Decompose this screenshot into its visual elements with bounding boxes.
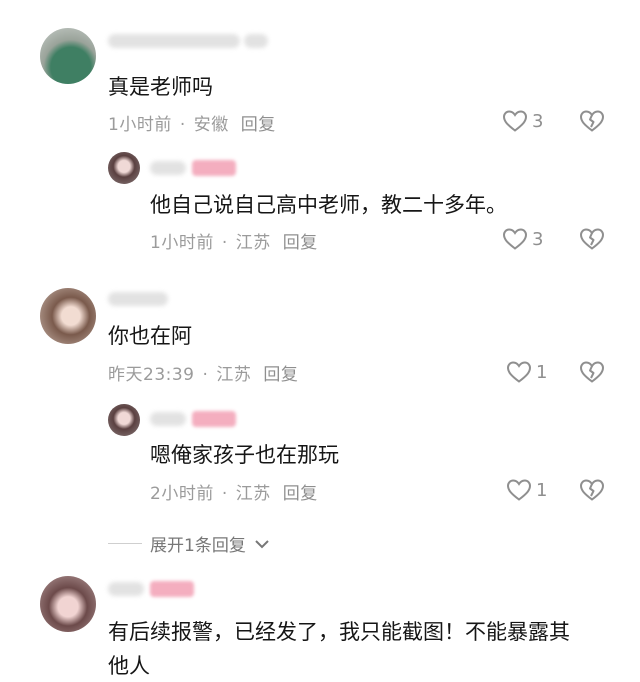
separator-dot: · — [202, 365, 209, 385]
reply-meta: 1小时前 · 江苏 回复 — [150, 228, 318, 253]
comment-time: 1小时前 — [108, 115, 172, 135]
username[interactable] — [150, 412, 186, 426]
comment-text: 真是老师吗 — [108, 75, 213, 99]
heart-outline-icon — [502, 227, 528, 251]
author-tag — [192, 160, 236, 176]
username-suffix — [244, 34, 268, 48]
reply-location: 江苏 — [235, 484, 271, 504]
reply-button[interactable]: 回复 — [283, 233, 318, 253]
comment-text: 有后续报警，已经发了，我只能截图！不能暴露其 — [108, 620, 570, 644]
broken-heart-icon[interactable] — [579, 360, 605, 384]
separator-dot: · — [179, 115, 186, 135]
author-tag — [150, 581, 194, 597]
expand-replies-button[interactable]: 展开1条回复 — [108, 531, 270, 556]
broken-heart-icon[interactable] — [579, 478, 605, 502]
username[interactable] — [108, 582, 144, 596]
avatar[interactable] — [108, 404, 140, 436]
comment-meta: 昨天23:39 · 江苏 回复 — [108, 360, 298, 385]
comment-location: 安徽 — [193, 115, 229, 135]
comment-text-continued: 他人 — [108, 654, 150, 678]
reply-button[interactable]: 回复 — [241, 115, 276, 135]
reply-meta: 2小时前 · 江苏 回复 — [150, 479, 318, 504]
chevron-down-icon — [254, 538, 270, 550]
avatar[interactable] — [108, 152, 140, 184]
divider-line — [108, 543, 142, 544]
reply-button[interactable]: 回复 — [283, 484, 318, 504]
like-button[interactable]: 1 — [506, 478, 547, 502]
heart-outline-icon — [506, 478, 532, 502]
like-count: 1 — [536, 479, 548, 501]
separator-dot: · — [221, 233, 228, 253]
avatar[interactable] — [40, 576, 96, 632]
comment-time: 昨天23:39 — [108, 365, 195, 385]
username[interactable] — [108, 34, 240, 48]
like-count: 3 — [532, 110, 544, 132]
username[interactable] — [150, 161, 186, 175]
author-tag — [192, 411, 236, 427]
broken-heart-icon[interactable] — [579, 227, 605, 251]
like-count: 1 — [536, 361, 548, 383]
comment-text: 你也在阿 — [108, 324, 192, 348]
like-button[interactable]: 3 — [502, 227, 543, 251]
comment-meta: 1小时前 · 安徽 回复 — [108, 110, 276, 135]
reply-time: 2小时前 — [150, 484, 214, 504]
avatar[interactable] — [40, 28, 96, 84]
like-button[interactable]: 3 — [502, 109, 543, 133]
reply-time: 1小时前 — [150, 233, 214, 253]
reply-location: 江苏 — [235, 233, 271, 253]
heart-outline-icon — [502, 109, 528, 133]
like-button[interactable]: 1 — [506, 360, 547, 384]
username[interactable] — [108, 292, 168, 306]
reply-text: 他自己说自己高中老师，教二十多年。 — [150, 193, 507, 217]
broken-heart-icon[interactable] — [579, 109, 605, 133]
avatar[interactable] — [40, 288, 96, 344]
expand-replies-label: 展开1条回复 — [150, 536, 246, 556]
comment-location: 江苏 — [216, 365, 252, 385]
heart-outline-icon — [506, 360, 532, 384]
separator-dot: · — [221, 484, 228, 504]
like-count: 3 — [532, 228, 544, 250]
reply-text: 嗯俺家孩子也在那玩 — [150, 443, 339, 467]
reply-button[interactable]: 回复 — [263, 365, 298, 385]
